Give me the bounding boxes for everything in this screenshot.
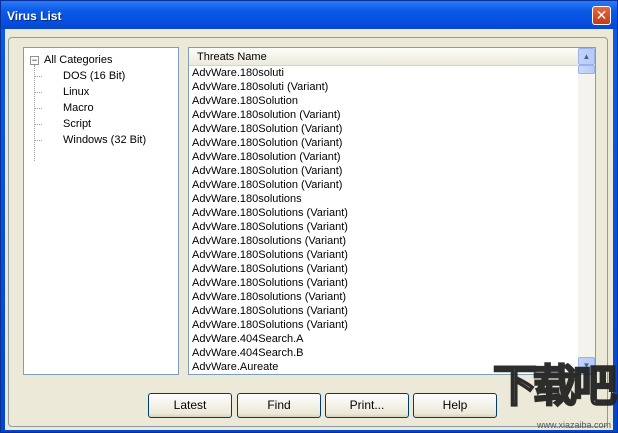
tree-guide-line	[34, 140, 42, 141]
tree-item-label: DOS (16 Bit)	[63, 70, 126, 82]
list-item[interactable]: AdvWare.180soluti	[189, 66, 578, 80]
arrow-up-icon: ▲	[582, 52, 591, 61]
scroll-up-button[interactable]: ▲	[578, 48, 595, 65]
tree-guide-line	[34, 76, 42, 77]
list-item[interactable]: AdvWare.180solution (Variant)	[189, 108, 578, 122]
category-tree[interactable]: − All Categories DOS (16 Bit) Linux Macr…	[23, 47, 179, 375]
tree-item-linux[interactable]: Linux	[63, 84, 89, 100]
vertical-scrollbar[interactable]: ▲ ▼	[578, 48, 595, 374]
tree-guide-line	[34, 124, 42, 125]
collapse-icon[interactable]: −	[30, 56, 39, 65]
tree-item-label: Windows (32 Bit)	[63, 134, 147, 146]
scroll-thumb[interactable]	[578, 65, 595, 74]
tree-guide-line	[34, 108, 42, 109]
tree-item-label: All Categories	[44, 54, 113, 66]
tree-item-label: Linux	[63, 86, 90, 98]
tree-item-dos[interactable]: DOS (16 Bit)	[63, 68, 125, 84]
list-item[interactable]: AdvWare.180solutions (Variant)	[189, 234, 578, 248]
list-item[interactable]: AdvWare.180soluti (Variant)	[189, 80, 578, 94]
list-item[interactable]: AdvWare.180Solutions (Variant)	[189, 262, 578, 276]
tree-item-script[interactable]: Script	[63, 116, 91, 132]
threats-list-rows: AdvWare.180soluti AdvWare.180soluti (Vari…	[189, 66, 578, 374]
tree-guide-line	[34, 65, 35, 161]
list-item[interactable]: AdvWare.180solutions (Variant)	[189, 290, 578, 304]
print-button[interactable]: Print...	[325, 393, 409, 418]
window-title: Virus List	[7, 9, 62, 23]
list-item[interactable]: AdvWare.404Search.A	[189, 332, 578, 346]
virus-list-window: Virus List ✕ − All Categories DOS (16 Bi…	[0, 0, 618, 433]
list-item[interactable]: AdvWare.180Solutions (Variant)	[189, 206, 578, 220]
list-item[interactable]: AdvWare.180Solutions (Variant)	[189, 318, 578, 332]
tree-guide-line	[34, 92, 42, 93]
list-item[interactable]: AdvWare.180solution (Variant)	[189, 150, 578, 164]
list-item[interactable]: AdvWare.180Solutions (Variant)	[189, 248, 578, 262]
tree-item-label: Script	[63, 118, 92, 130]
latest-button[interactable]: Latest	[148, 393, 232, 418]
column-header-threats-name[interactable]: Threats Name	[189, 48, 578, 66]
list-item[interactable]: AdvWare.180Solution (Variant)	[189, 122, 578, 136]
tree-item-label: Macro	[63, 102, 94, 114]
tree-item-macro[interactable]: Macro	[63, 100, 94, 116]
list-item[interactable]: AdvWare.180Solution (Variant)	[189, 136, 578, 150]
list-item[interactable]: AdvWare.180Solutions (Variant)	[189, 304, 578, 318]
list-item[interactable]: AdvWare.180Solution (Variant)	[189, 164, 578, 178]
watermark-logo: 下载吧	[492, 360, 618, 413]
tree-item-all-categories[interactable]: All Categories	[44, 52, 112, 68]
close-icon: ✕	[595, 7, 608, 23]
title-bar[interactable]: Virus List ✕	[1, 1, 617, 29]
list-item[interactable]: AdvWare.180Solutions (Variant)	[189, 220, 578, 234]
find-button[interactable]: Find	[237, 393, 321, 418]
close-button[interactable]: ✕	[592, 6, 611, 25]
list-item[interactable]: AdvWare.180Solutions (Variant)	[189, 276, 578, 290]
threats-list[interactable]: Threats Name AdvWare.180soluti AdvWare.18…	[188, 47, 596, 375]
watermark-url: www.xiazaiba.com	[536, 420, 611, 430]
list-item[interactable]: AdvWare.180Solution (Variant)	[189, 178, 578, 192]
list-item[interactable]: AdvWare.180solutions	[189, 192, 578, 206]
tree-item-windows[interactable]: Windows (32 Bit)	[63, 132, 146, 148]
list-item[interactable]: AdvWare.180Solution	[189, 94, 578, 108]
help-button[interactable]: Help	[413, 393, 497, 418]
